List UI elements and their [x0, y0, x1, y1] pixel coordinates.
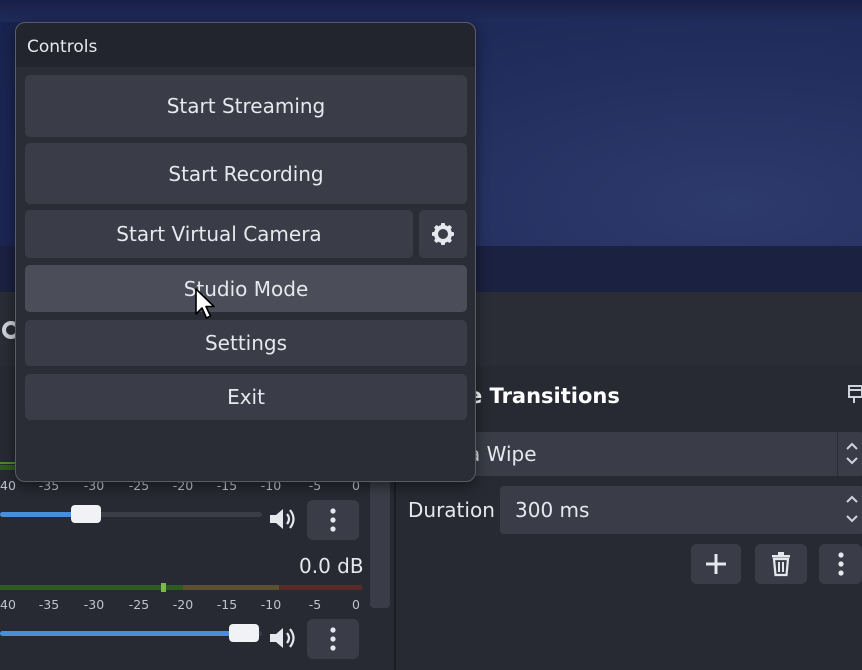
controls-dock: Controls Start Streaming Start Recording…	[15, 22, 476, 482]
kebab-icon	[330, 508, 336, 532]
volume-icon[interactable]	[268, 625, 298, 651]
tick-label: -25	[128, 597, 150, 612]
tick-label: -30	[83, 597, 105, 612]
tick-label: -5	[308, 597, 322, 612]
kebab-icon	[837, 552, 844, 576]
virtual-camera-settings-button[interactable]	[419, 210, 467, 258]
channel-1-menu-button[interactable]	[307, 500, 359, 540]
add-transition-button[interactable]	[691, 544, 741, 584]
tick-label: -20	[172, 597, 194, 612]
settings-button[interactable]: Settings	[25, 320, 467, 366]
start-streaming-button[interactable]: Start Streaming	[25, 75, 467, 137]
gear-icon	[432, 223, 454, 245]
duration-label: Duration	[408, 498, 495, 522]
volume-slider-channel-1[interactable]	[0, 502, 262, 526]
transition-select-arrows[interactable]	[837, 432, 862, 476]
tick-label: 40	[0, 478, 16, 493]
undock-icon[interactable]	[846, 384, 862, 404]
channel-2-menu-button[interactable]	[307, 619, 359, 659]
volume-fill	[0, 631, 244, 636]
tick-label: -35	[38, 597, 60, 612]
duration-spinbox[interactable]: 300 ms	[500, 486, 862, 534]
tick-label: -10	[260, 597, 282, 612]
studio-mode-button[interactable]: Studio Mode	[25, 265, 467, 312]
tick-label: 0	[352, 597, 360, 612]
mouse-pointer	[194, 287, 218, 323]
tick-label: -15	[216, 597, 238, 612]
meter-tick-labels: 40 -35 -30 -25 -20 -15 -10 -5 0	[0, 597, 364, 617]
duration-value: 300 ms	[515, 498, 590, 522]
volume-slider-channel-2[interactable]	[0, 621, 262, 645]
start-virtual-camera-button[interactable]: Start Virtual Camera	[25, 210, 413, 258]
controls-title: Controls	[27, 37, 98, 57]
tick-label: 40	[0, 597, 16, 612]
volume-slider-knob[interactable]	[229, 624, 259, 642]
audio-meter-channel-2	[0, 582, 362, 592]
transition-properties-button[interactable]	[819, 544, 862, 584]
transition-selected-value: a Wipe	[468, 442, 537, 466]
exit-button[interactable]: Exit	[25, 374, 467, 420]
preview-top-strip	[0, 0, 862, 22]
channel-2-db-value: 0.0 dB	[299, 554, 364, 578]
volume-icon[interactable]	[268, 506, 298, 532]
plus-icon	[706, 554, 726, 574]
transitions-dock-title: e Transitions	[468, 384, 620, 408]
volume-slider-knob[interactable]	[71, 505, 101, 523]
start-recording-button[interactable]: Start Recording	[25, 143, 467, 204]
mixer-scrollbar[interactable]	[370, 468, 390, 608]
trash-icon	[772, 552, 790, 577]
duration-spin-buttons[interactable]	[838, 486, 862, 534]
remove-transition-button[interactable]	[755, 544, 807, 584]
kebab-icon	[330, 627, 336, 651]
